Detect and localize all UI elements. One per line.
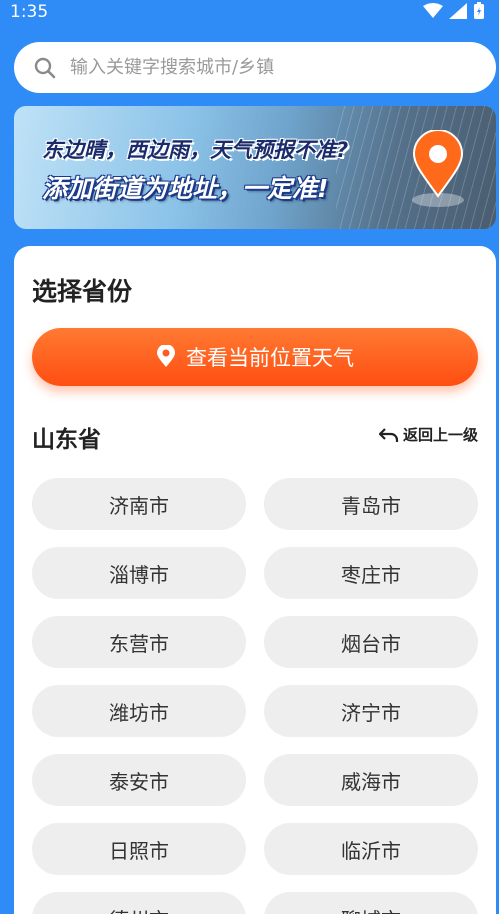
wifi-icon [423,3,443,18]
promo-banner[interactable]: 东边晴，西边雨，天气预报不准? 添加街道为地址，一定准! [14,106,496,229]
province-panel: 选择省份 查看当前位置天气 山东省 返回上一级 济南市 青岛市 淄博市 枣庄市 … [14,246,496,914]
city-grid: 济南市 青岛市 淄博市 枣庄市 东营市 烟台市 潍坊市 济宁市 泰安市 威海市 … [32,478,478,914]
location-pin-icon [157,345,175,367]
status-icons [423,2,485,20]
city-button[interactable]: 济宁市 [264,685,478,737]
banner-subheadline: 添加街道为地址，一定准! [42,174,329,203]
banner-headline: 东边晴，西边雨，天气预报不准? [42,138,349,162]
back-link-label: 返回上一级 [402,426,478,444]
current-location-label: 查看当前位置天气 [186,346,354,370]
search-icon [34,57,56,78]
status-bar: 1:35 [0,0,499,26]
city-button[interactable]: 德州市 [32,892,246,914]
city-button[interactable]: 聊城市 [264,892,478,914]
search-input[interactable] [70,57,450,78]
city-button[interactable]: 临沂市 [264,823,478,875]
city-button[interactable]: 泰安市 [32,754,246,806]
city-button[interactable]: 青岛市 [264,478,478,530]
province-name: 山东省 [32,427,101,453]
city-button[interactable]: 枣庄市 [264,547,478,599]
search-bar[interactable] [14,42,496,93]
back-to-previous-level-link[interactable]: 返回上一级 [378,424,478,445]
city-button[interactable]: 威海市 [264,754,478,806]
city-button[interactable]: 淄博市 [32,547,246,599]
city-button[interactable]: 烟台市 [264,616,478,668]
signal-icon [449,3,467,19]
city-button[interactable]: 济南市 [32,478,246,530]
panel-title: 选择省份 [32,277,133,306]
location-pin-icon [412,130,464,207]
undo-arrow-icon [378,427,399,442]
city-button[interactable]: 日照市 [32,823,246,875]
city-button[interactable]: 东营市 [32,616,246,668]
current-location-weather-button[interactable]: 查看当前位置天气 [32,328,478,386]
status-time: 1:35 [10,2,49,22]
battery-icon [474,2,484,19]
city-button[interactable]: 潍坊市 [32,685,246,737]
